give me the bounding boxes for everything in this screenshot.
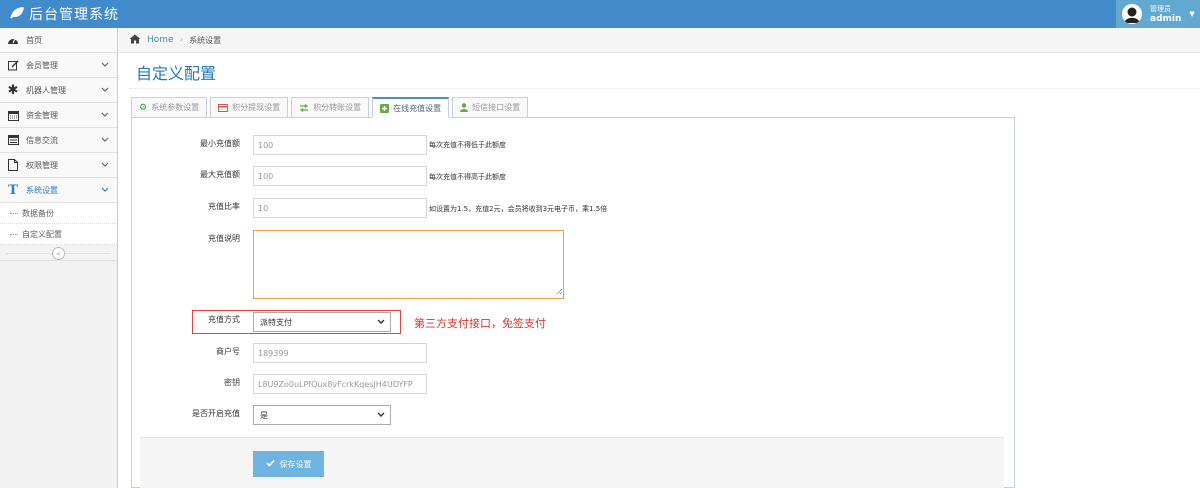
min-amount-label: 最小充值额 (200, 139, 240, 148)
annotation-text: 第三方支付接口，免签支付 (414, 317, 546, 330)
chevron-down-icon (377, 411, 385, 420)
min-amount-input[interactable]: 100 (253, 135, 427, 155)
max-amount-label: 最大充值额 (200, 170, 240, 179)
save-button-label: 保存设置 (279, 459, 312, 469)
chevron-down-icon (101, 61, 109, 71)
app-title: 后台管理系统 (29, 7, 119, 23)
sidebar-subitem-custom-config[interactable]: 自定义配置 (0, 224, 117, 245)
sidebar-item-messages[interactable]: 信息交流 (0, 128, 117, 153)
brand[interactable]: 后台管理系统 (10, 5, 119, 23)
check-icon (265, 459, 275, 469)
file-icon (6, 159, 20, 171)
tab-label: 短信接口设置 (472, 103, 521, 112)
page-title: 自定义配置 (136, 64, 217, 83)
sidebar-item-funds[interactable]: 资金管理 (0, 103, 117, 128)
cogs-icon: ⚙ (139, 102, 148, 113)
list-icon (6, 135, 20, 145)
credit-card-icon (218, 103, 229, 112)
enable-recharge-label: 是否开启充值 (192, 409, 240, 418)
chevron-down-icon (101, 136, 109, 146)
title-divider (130, 88, 1200, 89)
tab-system-params[interactable]: ⚙ 系统参数设置 (131, 97, 208, 118)
plus-square-icon (380, 103, 390, 113)
calendar-icon (6, 110, 20, 121)
sidebar-collapse-row: « (0, 245, 117, 261)
user-name: admin (1150, 14, 1182, 24)
max-amount-help: 每次充值不得高于此额度 (429, 173, 506, 181)
payment-method-select[interactable]: 派特支付 (253, 312, 391, 332)
tab-online-recharge[interactable]: 在线充值设置 (372, 97, 450, 118)
min-amount-help: 每次充值不得低于此额度 (429, 141, 506, 149)
home-icon (129, 34, 141, 47)
chevron-down-icon (377, 318, 385, 327)
avatar (1122, 4, 1142, 24)
sidebar-subitem-backup[interactable]: 数据备份 (0, 203, 117, 224)
sidebar-item-label: 权限管理 (26, 160, 58, 170)
payment-method-value: 派特支付 (260, 317, 292, 327)
tab-label: 积分转账设置 (313, 103, 362, 112)
sidebar-item-home[interactable]: 首页 (0, 28, 117, 53)
payment-method-label: 充值方式 (208, 315, 240, 324)
ratio-input[interactable]: 10 (253, 198, 427, 218)
chevron-down-icon (101, 186, 109, 196)
tab-transfer[interactable]: 积分转账设置 (291, 97, 370, 118)
sidebar-item-settings[interactable]: T 系统设置 (0, 178, 117, 203)
secret-key-label: 密钥 (224, 378, 240, 387)
breadcrumb: Home › 系统设置 (119, 28, 1200, 53)
chevron-down-icon (101, 86, 109, 96)
dashboard-icon (6, 35, 20, 45)
tab-label: 系统参数设置 (151, 103, 200, 112)
tab-label: 在线充值设置 (393, 103, 442, 113)
ratio-help: 如设置为1.5，充值2元，会员将收到3元电子币，乘1.5倍 (429, 205, 608, 213)
description-textarea[interactable] (253, 230, 564, 299)
leaf-icon (10, 6, 24, 22)
sidebar: 首页 会员管理 ✱ 机器人管理 资金管理 信息交流 权限管理 T 系统设置 数据… (0, 28, 118, 488)
edit-icon (6, 60, 20, 71)
breadcrumb-separator: › (179, 35, 184, 45)
user-role: 管理员 (1150, 5, 1171, 13)
resize-grip-icon[interactable] (556, 287, 563, 297)
merchant-id-input[interactable]: 189399 (253, 343, 427, 363)
enable-recharge-value: 是 (260, 410, 268, 420)
collapse-sidebar-button[interactable]: « (52, 247, 65, 260)
settings-tabs: ⚙ 系统参数设置 积分提现设置 积分转账设置 在线充值设置 短信接口设置 (131, 97, 531, 118)
asterisk-icon: ✱ (7, 82, 19, 98)
top-navbar: 后台管理系统 管理员 admin ▼ (0, 0, 1200, 28)
sidebar-item-label: 会员管理 (26, 60, 58, 70)
user-menu[interactable]: 管理员 admin ▼ (1116, 0, 1200, 28)
sidebar-item-label: 资金管理 (26, 110, 58, 120)
merchant-id-label: 商户号 (216, 347, 240, 356)
tab-withdrawal[interactable]: 积分提现设置 (210, 97, 289, 118)
ratio-label: 充值比率 (208, 202, 240, 211)
sidebar-item-members[interactable]: 会员管理 (0, 53, 117, 78)
chevron-down-icon (101, 161, 109, 171)
exchange-icon (299, 103, 309, 112)
save-button[interactable]: 保存设置 (253, 451, 324, 477)
max-amount-input[interactable]: 100 (253, 166, 427, 186)
caret-down-icon: ▼ (1189, 10, 1195, 18)
sidebar-item-label: 机器人管理 (26, 85, 66, 95)
chevron-down-icon (101, 111, 109, 121)
sidebar-item-label: 系统设置 (26, 185, 58, 195)
tab-sms-interface[interactable]: 短信接口设置 (452, 97, 529, 118)
description-label: 充值说明 (208, 234, 240, 243)
breadcrumb-home-link[interactable]: Home (147, 35, 174, 45)
enable-recharge-select[interactable]: 是 (253, 405, 391, 425)
sidebar-item-label: 首页 (26, 35, 42, 45)
secret-key-input[interactable]: L8U9Zo0uLPfQux8vFcrkKqesJH4UDYFP (253, 374, 427, 394)
breadcrumb-current: 系统设置 (189, 35, 222, 45)
tab-label: 积分提现设置 (232, 103, 281, 112)
sidebar-item-robots[interactable]: ✱ 机器人管理 (0, 78, 117, 103)
sidebar-item-label: 信息交流 (26, 135, 58, 145)
sidebar-item-permissions[interactable]: 权限管理 (0, 153, 117, 178)
text-icon: T (8, 182, 18, 198)
user-icon (460, 103, 469, 112)
